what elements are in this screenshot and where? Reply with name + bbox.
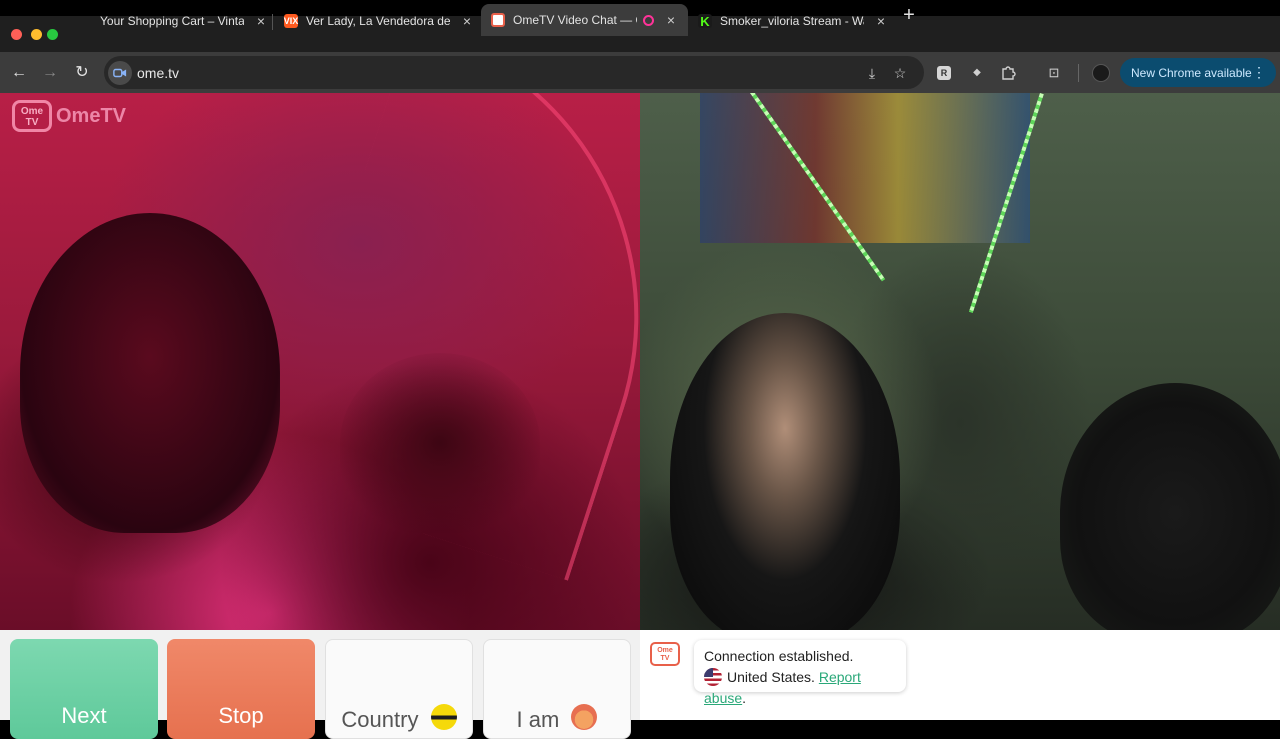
minimize-window-button[interactable] (31, 29, 42, 40)
maximize-window-button[interactable] (47, 29, 58, 40)
video-camera-icon[interactable] (108, 61, 132, 85)
stop-label: Stop (218, 703, 264, 728)
next-label: Next (61, 703, 107, 728)
ometv-chat-logo-icon: Ome TV (650, 642, 680, 666)
toolbar-divider (1078, 64, 1079, 82)
raised-hand-shape (340, 353, 540, 533)
person-emoji-icon (571, 704, 598, 730)
bottom-panel: Next Stop Country I am Ome TV Connection… (0, 630, 1280, 739)
tab-title: OmeTV Video Chat — Ome (513, 13, 637, 27)
remote-video-feed (640, 93, 1280, 630)
watermark-logo-bottom: TV (25, 117, 39, 128)
system-message: Connection established. United States. R… (694, 640, 906, 706)
tab-title: Your Shopping Cart – Vintage (100, 14, 244, 28)
extension-diamond-icon[interactable]: ◆ (968, 64, 986, 82)
tab-vix[interactable]: VIX Ver Lady, La Vendedora de Ro × (274, 6, 484, 36)
tab-close-icon[interactable]: × (874, 13, 888, 29)
tab-strip: Your Shopping Cart – Vintage × VIX Ver L… (0, 0, 1280, 52)
flags-ceiling-decoration (700, 93, 1030, 243)
extension-r-icon[interactable]: R (937, 66, 951, 80)
url-text[interactable]: ome.tv (137, 65, 179, 81)
connection-status: Connection established. (704, 648, 854, 664)
install-app-icon[interactable]: ⤓ (864, 65, 880, 81)
next-button[interactable]: Next (10, 639, 158, 739)
browser-toolbar: ← → ↻ ome.tv ⤓ ☆ R ◆ ⊡ New Chrome availa… (0, 52, 1280, 93)
country-line: United States. Report abuse. (704, 667, 896, 709)
person-silhouette (670, 313, 900, 630)
stop-button[interactable]: Stop (167, 639, 315, 739)
tab-title: Smoker_viloria Stream - Watc (720, 14, 864, 28)
tab-close-icon[interactable]: × (460, 13, 474, 29)
bookmark-star-icon[interactable]: ☆ (892, 65, 908, 81)
chat-panel: Ome TV Connection established. United St… (640, 630, 1280, 720)
new-tab-button[interactable]: + (898, 4, 920, 27)
ometv-watermark: Ome TV OmeTV (12, 100, 126, 132)
vix-favicon-icon: VIX (283, 14, 299, 28)
tab-shopping-cart[interactable]: Your Shopping Cart – Vintage × (68, 6, 278, 36)
trailing-period: . (742, 690, 747, 706)
ometv-favicon-icon (491, 13, 505, 27)
person-silhouette (20, 213, 280, 533)
gender-selector[interactable]: I am (483, 639, 631, 739)
second-person-silhouette (1060, 383, 1280, 630)
local-video-feed (0, 93, 640, 630)
new-chrome-available-button[interactable]: New Chrome available ⋮ (1120, 58, 1276, 87)
tab-kick-stream[interactable]: K Smoker_viloria Stream - Watc × (688, 6, 898, 36)
recording-indicator-icon (643, 14, 654, 26)
back-button[interactable]: ← (8, 62, 30, 84)
tab-title: Ver Lady, La Vendedora de Ro (306, 14, 450, 28)
tab-close-icon[interactable]: × (254, 13, 268, 29)
chat-logo-bottom: TV (660, 655, 670, 662)
kick-favicon-icon: K (698, 14, 712, 29)
globe-icon (430, 704, 457, 730)
update-label: New Chrome available (1131, 65, 1252, 80)
address-bar[interactable]: ome.tv ⤓ ☆ (104, 56, 924, 89)
watermark-logo-top: Ome (20, 106, 44, 117)
tab-ometv[interactable]: OmeTV Video Chat — Ome × (481, 4, 688, 36)
puzzle-icon[interactable] (999, 64, 1017, 82)
blank-favicon-icon (78, 14, 92, 28)
country-selector[interactable]: Country (325, 639, 473, 739)
tab-separator (272, 14, 273, 30)
close-window-button[interactable] (11, 29, 22, 40)
reading-mode-icon[interactable]: ⊡ (1045, 64, 1063, 82)
tab-close-icon[interactable]: × (664, 12, 678, 28)
reload-button[interactable]: ↻ (71, 62, 93, 84)
chat-logo-top: Ome (657, 647, 673, 654)
country-name: United States. (727, 669, 815, 685)
ometv-logo-icon: Ome TV (12, 100, 52, 132)
watermark-text: OmeTV (56, 104, 127, 127)
forward-button[interactable]: → (39, 62, 61, 84)
menu-dots-icon[interactable]: ⋮ (1252, 64, 1266, 81)
profile-avatar[interactable] (1092, 64, 1110, 82)
us-flag-icon (704, 668, 722, 686)
